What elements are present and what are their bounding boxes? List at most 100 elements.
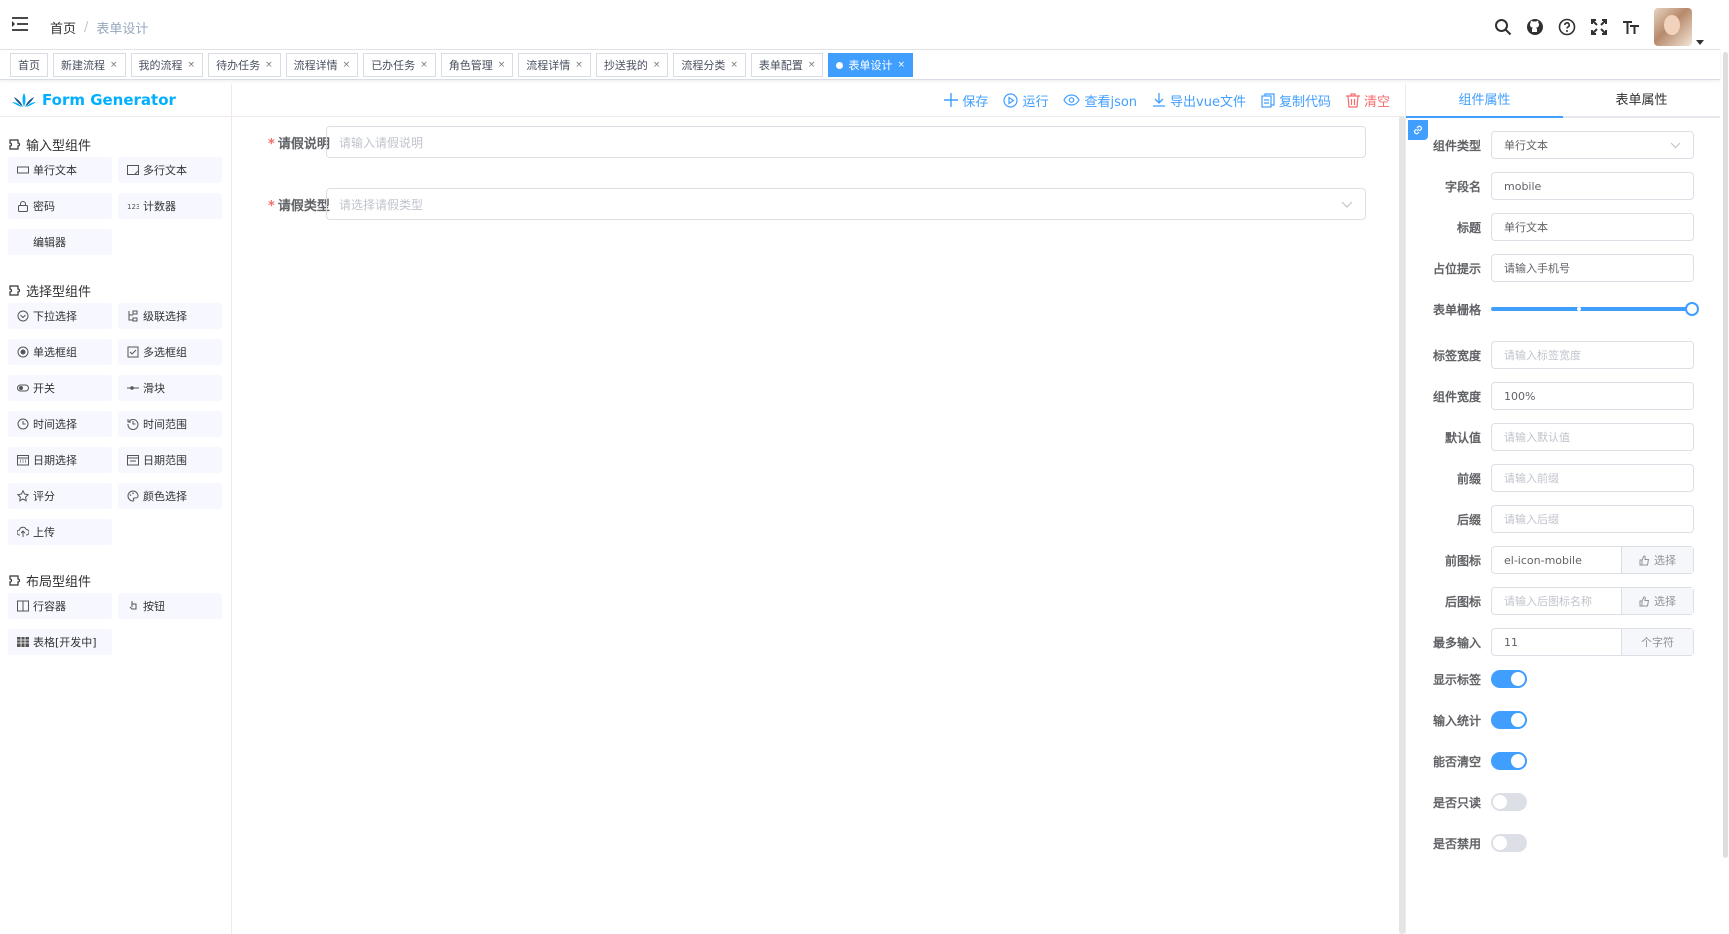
tag-close-icon[interactable]: × (265, 60, 273, 70)
leave-type-select[interactable]: 请选择请假类型 (326, 188, 1366, 220)
copy-document-icon (1261, 92, 1275, 108)
component-item[interactable]: 多选框组 (118, 339, 222, 365)
tag-close-icon[interactable]: × (653, 60, 661, 70)
clearable-switch[interactable] (1491, 752, 1527, 770)
tag-item[interactable]: 首页 (10, 53, 48, 77)
hamburger-icon[interactable] (12, 17, 28, 31)
slider-handle[interactable] (1685, 302, 1699, 316)
table-icon (17, 636, 29, 648)
component-item[interactable]: 评分 (8, 483, 112, 509)
tag-item[interactable]: 流程详情 × (285, 53, 359, 77)
clear-button[interactable]: 清空 (1345, 91, 1390, 110)
view-json-button[interactable]: 查看json (1063, 91, 1137, 110)
component-item[interactable]: 时间选择 (8, 411, 112, 437)
select-components: 下拉选择 级联选择单选框组 多选框组 开关 滑块 时间选择 时间范围日期选择 日期范围 评分 颜色… (0, 303, 231, 545)
disabled-switch[interactable] (1491, 834, 1527, 852)
select-value: 单行文本 (1504, 139, 1548, 152)
tab-component-props[interactable]: 组件属性 (1406, 84, 1563, 118)
component-category-icon (8, 573, 22, 587)
suffix-input[interactable]: 请输入后缀 (1491, 505, 1694, 533)
component-item[interactable]: 时间范围 (118, 411, 222, 437)
prop-label: 最多输入 (1432, 635, 1481, 650)
tag-item[interactable]: 角色管理 × (440, 53, 514, 77)
component-item[interactable]: 日期选择 (8, 447, 112, 473)
suffix-icon-input[interactable]: 请输入后图标名称 (1492, 588, 1621, 614)
tag-item[interactable]: 待办任务 × (208, 53, 281, 77)
component-item[interactable]: 级联选择 (118, 303, 222, 329)
layout-components: 行容器 按钮 表格[开发中] (0, 593, 231, 655)
input-icon (17, 164, 29, 176)
form-item-leave-reason[interactable]: * 请假说明 请输入请假说明 (268, 126, 1366, 158)
tag-close-icon[interactable]: × (498, 60, 506, 70)
font-size-icon[interactable] (1622, 18, 1640, 36)
tag-item[interactable]: 新建流程 × (53, 53, 126, 77)
help-icon[interactable] (1558, 18, 1576, 36)
component-item[interactable]: 开关 (8, 375, 112, 401)
upload-icon (17, 526, 29, 538)
component-item[interactable]: 表格[开发中] (8, 629, 112, 655)
field-name-input[interactable]: mobile (1491, 172, 1694, 200)
label-width-input[interactable]: 请输入标签宽度 (1491, 341, 1694, 369)
component-item[interactable]: 多行文本 (118, 157, 222, 183)
tag-item[interactable]: 流程分类 × (673, 53, 746, 77)
tag-close-icon[interactable]: × (343, 60, 351, 70)
component-item[interactable]: 下拉选择 (8, 303, 112, 329)
component-item[interactable]: 密码 (8, 193, 112, 219)
tag-close-icon[interactable]: × (575, 60, 583, 70)
breadcrumb-home[interactable]: 首页 (50, 18, 76, 37)
tag-close-icon[interactable]: × (897, 60, 905, 70)
copy-code-button[interactable]: 复制代码 (1261, 91, 1331, 110)
component-label: 编辑器 (33, 236, 66, 249)
span-slider[interactable] (1491, 302, 1699, 316)
save-button[interactable]: 保存 (944, 91, 988, 110)
maxlength-input-group: 11 个字符 (1491, 628, 1694, 656)
component-item[interactable]: 上传 (8, 519, 112, 545)
component-item[interactable]: 单选框组 (8, 339, 112, 365)
tag-close-icon[interactable]: × (110, 60, 118, 70)
maxlength-input[interactable]: 11 (1492, 629, 1621, 655)
export-vue-button[interactable]: 导出vue文件 (1152, 91, 1246, 110)
tag-item[interactable]: 已办任务 × (363, 53, 436, 77)
component-label: 日期选择 (33, 454, 77, 467)
tag-close-icon[interactable]: × (420, 60, 428, 70)
tag-item[interactable]: 流程详情 × (518, 53, 591, 77)
component-item[interactable]: 单行文本 (8, 157, 112, 183)
tag-item[interactable]: 抄送我的 × (595, 53, 669, 77)
component-item[interactable]: 日期范围 (118, 447, 222, 473)
title-input[interactable]: 单行文本 (1491, 213, 1694, 241)
search-icon[interactable] (1494, 18, 1512, 36)
run-button[interactable]: 运行 (1003, 91, 1048, 110)
suffix-icon-select-button[interactable]: 选择 (1621, 588, 1693, 614)
tag-item[interactable]: 表单配置 × (750, 53, 824, 77)
form-item-leave-type[interactable]: * 请假类型 请选择请假类型 (268, 188, 1366, 220)
show-label-switch[interactable] (1491, 670, 1527, 688)
component-item[interactable]: 123 计数器 (118, 193, 222, 219)
github-icon[interactable] (1526, 18, 1544, 36)
fullscreen-icon[interactable] (1590, 18, 1608, 36)
width-input[interactable]: 100% (1491, 382, 1694, 410)
prefix-icon-input[interactable]: el-icon-mobile (1492, 547, 1621, 573)
prefix-icon-select-button[interactable]: 选择 (1621, 547, 1693, 573)
prefix-input[interactable]: 请输入前缀 (1491, 464, 1694, 492)
component-item[interactable]: 按钮 (118, 593, 222, 619)
tab-form-props[interactable]: 表单属性 (1563, 84, 1720, 116)
tag-close-icon[interactable]: × (808, 60, 816, 70)
component-item[interactable]: 颜色选择 (118, 483, 222, 509)
leave-reason-input[interactable]: 请输入请假说明 (326, 126, 1366, 158)
tag-close-icon[interactable]: × (188, 60, 196, 70)
component-label: 时间范围 (143, 418, 187, 431)
component-type-select[interactable]: 单行文本 (1491, 131, 1694, 159)
avatar-menu[interactable] (1654, 8, 1704, 46)
word-limit-switch[interactable] (1491, 711, 1527, 729)
component-item[interactable]: 编辑器 (8, 229, 112, 255)
tag-close-icon[interactable]: × (730, 60, 738, 70)
page-scrollbar[interactable] (1723, 52, 1728, 858)
component-item[interactable]: 滑块 (118, 375, 222, 401)
component-label: 单选框组 (33, 346, 77, 359)
placeholder-input[interactable]: 请输入手机号 (1491, 254, 1694, 282)
default-value-input[interactable]: 请输入默认值 (1491, 423, 1694, 451)
tag-item[interactable]: 表单设计 × (828, 53, 914, 77)
component-item[interactable]: 行容器 (8, 593, 112, 619)
tag-item[interactable]: 我的流程 × (130, 53, 204, 77)
readonly-switch[interactable] (1491, 793, 1527, 811)
